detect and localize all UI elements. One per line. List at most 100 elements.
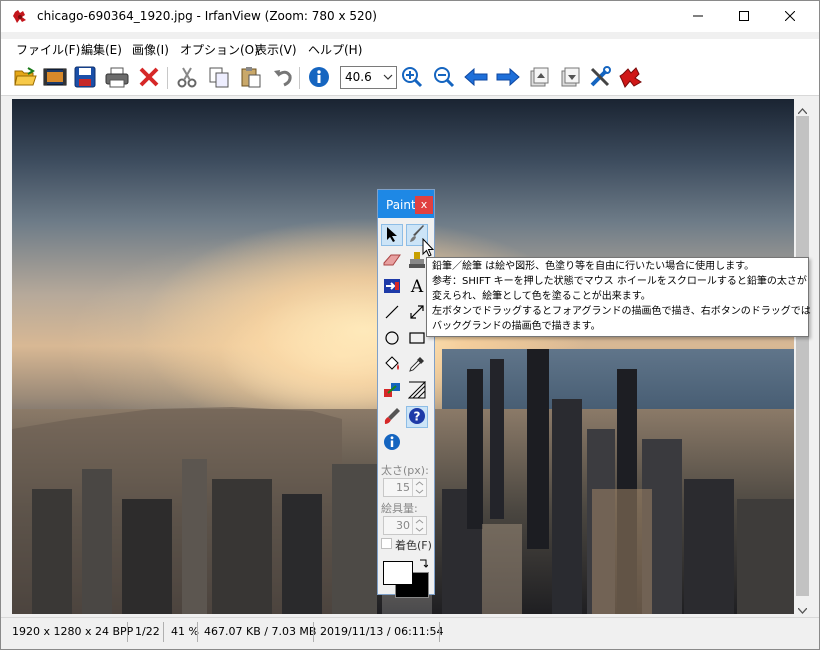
- menu-view[interactable]: 表示(V): [255, 41, 297, 58]
- minimize-button[interactable]: [675, 1, 721, 32]
- window-title: chicago-690364_1920.jpg - IrfanView (Zoo…: [37, 9, 377, 23]
- toolbar-separator: [167, 67, 168, 89]
- scroll-up-icon[interactable]: [797, 103, 808, 117]
- slideshow-button[interactable]: [43, 66, 67, 90]
- irfanview-window: chicago-690364_1920.jpg - IrfanView (Zoo…: [0, 0, 820, 650]
- paint-amount-stepper[interactable]: 30: [383, 516, 427, 535]
- info-button[interactable]: [307, 66, 331, 90]
- cut-button[interactable]: [175, 66, 199, 90]
- next-icon: [496, 67, 520, 89]
- paint-amount-label: 絵具量:: [381, 502, 418, 515]
- zoom-value: 40.6: [345, 70, 372, 84]
- save-button[interactable]: [73, 66, 97, 90]
- color-swatches[interactable]: [381, 558, 429, 602]
- paste-icon: [240, 66, 262, 91]
- status-separator: [163, 622, 164, 642]
- paint-bucket-icon: [383, 355, 401, 376]
- copy-icon: [208, 66, 230, 91]
- delete-button[interactable]: [137, 66, 161, 90]
- zoom-out-button[interactable]: [432, 66, 456, 90]
- info-icon: [308, 66, 330, 91]
- save-icon: [74, 66, 96, 91]
- thickness-label: 太さ(px):: [381, 464, 429, 477]
- checkbox-box[interactable]: [381, 538, 392, 549]
- status-index: 1/22: [135, 625, 160, 638]
- spin-arrows-icon[interactable]: [412, 517, 426, 534]
- line-tool[interactable]: [381, 302, 403, 324]
- eraser-icon: [383, 252, 401, 271]
- menu-options[interactable]: オプション(O): [180, 41, 259, 58]
- vertical-scrollbar[interactable]: [794, 99, 811, 614]
- arrow-line-icon: [409, 304, 425, 323]
- info-tool[interactable]: [381, 432, 403, 454]
- replace-color-icon: [383, 278, 401, 297]
- title-bar[interactable]: chicago-690364_1920.jpg - IrfanView (Zoo…: [1, 1, 819, 32]
- zoom-dropdown[interactable]: 40.6: [340, 66, 397, 89]
- paste-button[interactable]: [239, 66, 263, 90]
- print-button[interactable]: [105, 66, 129, 90]
- help-tool[interactable]: ?: [406, 406, 428, 428]
- status-dimensions: 1920 x 1280 x 24 BPP: [12, 625, 134, 638]
- close-window-button[interactable]: [767, 1, 813, 32]
- line-icon: [384, 304, 400, 323]
- scroll-down-icon[interactable]: [797, 603, 808, 617]
- zoom-in-button[interactable]: [400, 66, 424, 90]
- previous-icon: [464, 67, 488, 89]
- toolbar-separator: [299, 67, 300, 89]
- selection-tool[interactable]: [381, 224, 403, 246]
- menu-edit[interactable]: 編集(E): [81, 41, 122, 58]
- arrow-tool[interactable]: [406, 302, 428, 324]
- status-filesize: 467.07 KB / 7.03 MB: [204, 625, 317, 638]
- undo-icon: [272, 66, 294, 91]
- open-button[interactable]: [13, 66, 37, 90]
- close-icon: [784, 10, 796, 24]
- scrollbar-thumb[interactable]: [796, 116, 809, 596]
- undo-button[interactable]: [271, 66, 295, 90]
- rectangle-tool[interactable]: [406, 328, 428, 350]
- open-folder-icon: [13, 66, 37, 91]
- arrow-cursor-icon: [385, 226, 399, 245]
- thickness-value: 15: [396, 481, 410, 494]
- maximize-icon: [739, 10, 749, 24]
- color-picker-tool[interactable]: [406, 354, 428, 376]
- last-page-icon: [559, 66, 581, 91]
- status-zoom: 41 %: [171, 625, 199, 638]
- settings-button[interactable]: [588, 65, 612, 90]
- copy-button[interactable]: [207, 66, 231, 90]
- status-datetime: 2019/11/13 / 06:11:54: [320, 625, 444, 638]
- eyedropper-icon: [408, 355, 426, 376]
- eraser-tool[interactable]: [381, 250, 403, 272]
- red-eye-icon: [383, 381, 401, 402]
- maximize-button[interactable]: [721, 1, 767, 32]
- toolbar: 40.6: [1, 61, 819, 96]
- tool-tooltip: 鉛筆／絵筆 は絵や図形、色塗り等を自由に行いたい場合に使用します。 参考：SHI…: [426, 257, 811, 337]
- thickness-stepper[interactable]: 15: [383, 478, 427, 497]
- gradient-tool[interactable]: [406, 380, 428, 402]
- blur-tool[interactable]: [381, 406, 403, 428]
- menu-help[interactable]: ヘルプ(H): [308, 41, 362, 58]
- first-page-icon: [528, 66, 550, 91]
- info-icon: [383, 433, 401, 454]
- replace-color-tool[interactable]: [381, 276, 403, 298]
- swap-colors-icon[interactable]: [418, 558, 429, 572]
- foreground-color-swatch[interactable]: [383, 561, 413, 585]
- first-page-button[interactable]: [527, 66, 551, 90]
- spin-arrows-icon[interactable]: [412, 479, 426, 496]
- red-eye-tool[interactable]: [381, 380, 403, 402]
- about-button[interactable]: [619, 66, 643, 90]
- menu-image[interactable]: 画像(I): [132, 41, 169, 58]
- paint-close-button[interactable]: x: [415, 196, 433, 214]
- status-bar: 1920 x 1280 x 24 BPP 1/22 41 % 467.07 KB…: [1, 617, 819, 646]
- previous-button[interactable]: [464, 66, 488, 90]
- zoom-in-icon: [401, 66, 423, 91]
- tooltip-line: バックグランドの描画色で描きます。: [432, 321, 601, 332]
- fill-tool[interactable]: [381, 354, 403, 376]
- irfanview-app-icon: [12, 9, 28, 25]
- circle-tool[interactable]: [381, 328, 403, 350]
- text-tool[interactable]: A: [406, 276, 428, 298]
- irfanview-icon: [619, 66, 643, 91]
- next-button[interactable]: [496, 66, 520, 90]
- menu-file[interactable]: ファイル(F): [16, 41, 80, 58]
- last-page-button[interactable]: [558, 66, 582, 90]
- paint-title-bar[interactable]: Paint x: [378, 190, 434, 218]
